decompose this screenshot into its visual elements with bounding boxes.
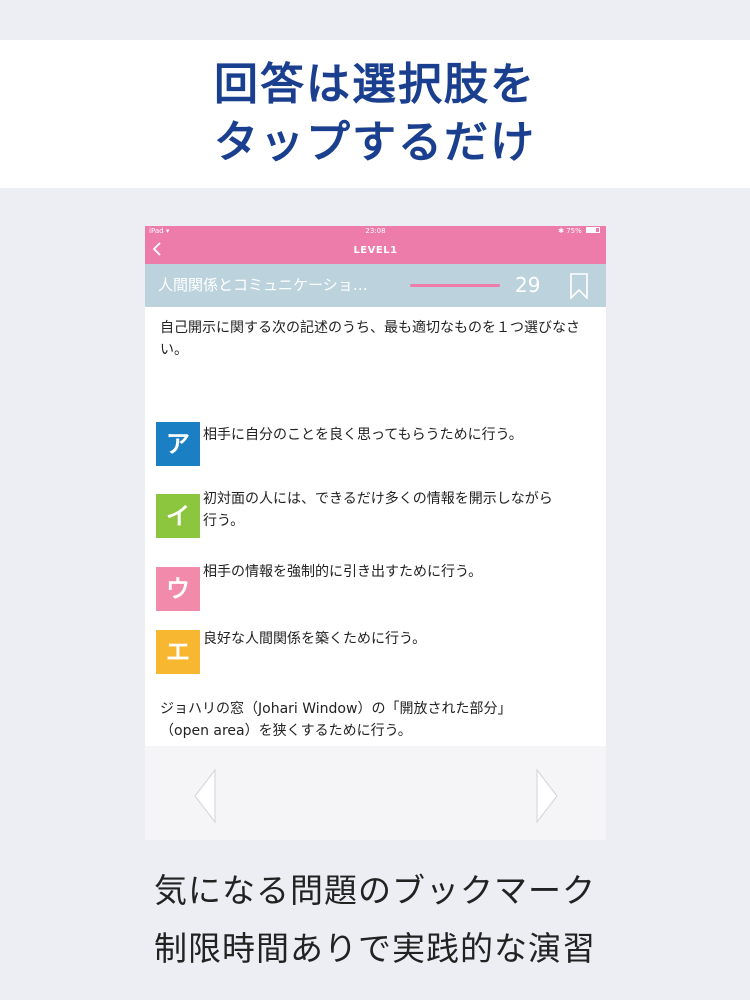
explanation-line-1: ジョハリの窓（Johari Window）の「開放された部分」 [160,701,512,717]
explanation-text: ジョハリの窓（Johari Window）の「開放された部分」 （open ar… [160,698,590,742]
nav-bar: LEVEL1 [145,237,606,264]
choice-e[interactable]: エ 良好な人間関係を築くために行う。 [156,630,596,674]
choice-u-text: 相手の情報を強制的に引き出すために行う。 [203,564,483,580]
choice-i-text: 初対面の人には、できるだけ多くの情報を開示しながら行う。 [203,491,553,529]
bookmark-icon[interactable] [569,273,589,299]
category-title: 人間関係とコミュニケーショ… [158,276,368,294]
headline-line-1: 回答は選択肢を [214,59,536,110]
bottom-navigation [145,746,606,840]
explanation-line-2: （open area）を狭くするために行う。 [160,723,412,739]
status-bar: iPad ▾ 23:08 ✱ 75% [145,226,606,237]
question-count: 29 [515,273,541,297]
bluetooth-icon: ✱ [558,227,564,235]
time-limit-bar [410,284,500,287]
device-screen: iPad ▾ 23:08 ✱ 75% LEVEL1 人間関係とコミュニケーショ…… [145,226,606,840]
choice-i-badge: イ [156,494,200,538]
battery-percent: 75% [566,227,582,235]
choice-i[interactable]: イ 初対面の人には、できるだけ多くの情報を開示しながら行う。 [156,491,596,538]
category-bar: 人間関係とコミュニケーショ… 29 [145,264,606,307]
headline-band: 回答は選択肢を タップするだけ [0,40,750,188]
status-time: 23:08 [365,227,386,235]
choice-e-text: 良好な人間関係を築くために行う。 [203,631,427,647]
choice-u-badge: ウ [156,567,200,611]
screenshot-page: 回答は選択肢を タップするだけ iPad ▾ 23:08 ✱ 75% LEVEL… [0,0,750,1000]
choice-u[interactable]: ウ 相手の情報を強制的に引き出すために行う。 [156,564,596,611]
nav-title: LEVEL1 [353,245,398,256]
choice-a-badge: ア [156,422,200,466]
footer-caption: 気になる問題のブックマーク 制限時間ありで実践的な演習 [0,862,750,978]
battery-icon [586,227,600,233]
footer-line-2: 制限時間ありで実践的な演習 [154,929,596,968]
arrow-right-icon[interactable] [533,768,561,824]
choice-a-text: 相手に自分のことを良く思ってもらうために行う。 [203,427,523,443]
headline-line-2: タップするだけ [214,117,536,168]
footer-line-1: 気になる問題のブックマーク [154,871,596,910]
choice-a[interactable]: ア 相手に自分のことを良く思ってもらうために行う。 [156,422,596,466]
choice-e-badge: エ [156,630,200,674]
question-text: 自己開示に関する次の記述のうち、最も適切なものを１つ選びなさい。 [160,320,580,358]
battery-status: ✱ 75% [558,226,600,237]
arrow-left-icon[interactable] [191,768,219,824]
